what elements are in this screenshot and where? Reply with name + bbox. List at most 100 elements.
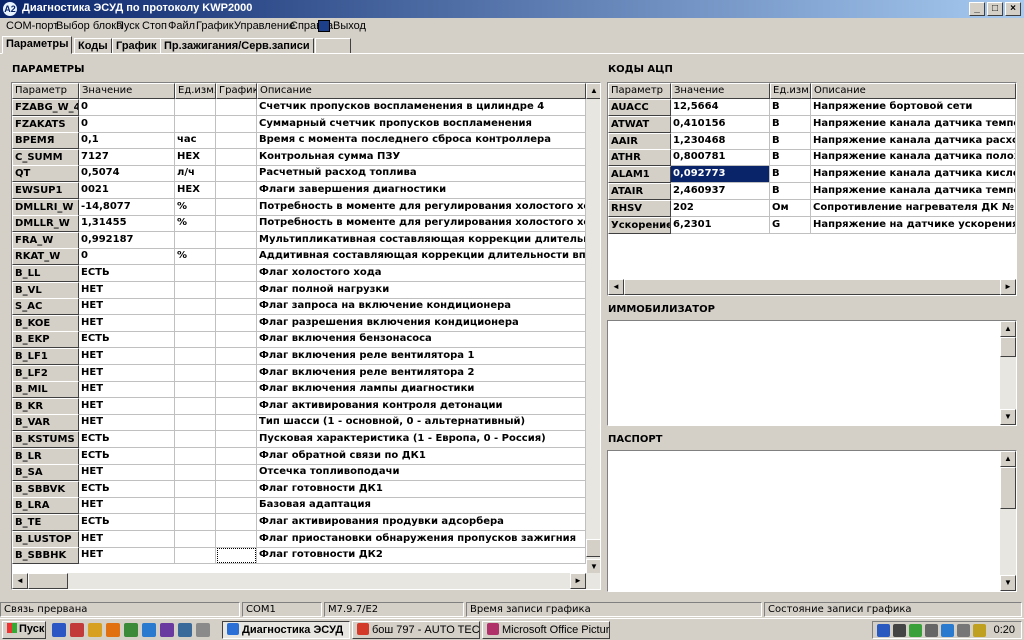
params-scroll-thumb[interactable] <box>586 539 600 557</box>
params-hscroll-thumb[interactable] <box>28 573 68 589</box>
params-cell[interactable]: B_LUSTOP <box>12 530 79 548</box>
params-cell[interactable] <box>216 298 257 316</box>
params-cell[interactable]: Флаг готовности ДК1 <box>257 480 586 498</box>
params-grid[interactable]: Параметр Значение Ед.изм. График Описание FZ… <box>11 82 601 590</box>
adc-cell[interactable]: 6,2301 <box>671 216 770 234</box>
params-cell[interactable] <box>216 447 257 465</box>
params-cell[interactable]: B_SA <box>12 464 79 482</box>
tab-ignition-service[interactable]: Пр.зажигания/Серв.записи <box>160 38 314 54</box>
params-cell[interactable]: % <box>175 248 216 266</box>
params-cell[interactable]: B_SBBHK <box>12 547 79 565</box>
params-table-row[interactable]: B_LL ЕСТЬ Флаг холостого хода <box>12 265 586 282</box>
params-cell[interactable]: НЕТ <box>79 414 175 432</box>
tray-network-icon[interactable] <box>893 624 906 637</box>
params-cell[interactable]: Тип шасси (1 - основной, 0 - альтернатив… <box>257 414 586 432</box>
taskbar-button[interactable]: Диагностика ЭСУД <box>222 621 350 639</box>
params-cell[interactable]: Отсечка топливоподачи <box>257 464 586 482</box>
params-cell[interactable]: Флаг запроса на включение кондиционера <box>257 298 586 316</box>
params-cell[interactable] <box>175 397 216 415</box>
adc-cell[interactable]: 12,5664 <box>671 99 770 116</box>
params-cell[interactable]: Флаг обратной связи по ДК1 <box>257 447 586 465</box>
tab-codes[interactable]: Коды <box>74 38 112 54</box>
params-cell[interactable]: 0,5074 <box>79 165 175 183</box>
params-table-row[interactable]: B_LF1 НЕТ Флаг включения реле вентилятора … <box>12 348 586 365</box>
params-cell[interactable]: Флаг приостановки обнаружения пропусков … <box>257 530 586 548</box>
params-cell[interactable]: B_LR <box>12 447 79 465</box>
quicklaunch-media-icon[interactable] <box>160 623 174 637</box>
params-cell[interactable]: Флаг готовности ДК2 <box>257 547 586 565</box>
params-cell[interactable] <box>216 165 257 183</box>
params-cell[interactable]: Потребность в моменте для регулирования … <box>257 215 586 233</box>
menu-item-6[interactable]: Управление <box>234 20 295 32</box>
adc-table-row[interactable]: AAIR 1,230468 В Напряжение канала датчика р… <box>608 132 1016 150</box>
params-cell[interactable]: -14,8077 <box>79 198 175 216</box>
params-cell[interactable] <box>216 348 257 365</box>
params-vertical-scrollbar[interactable]: ▲ ▼ <box>586 83 600 575</box>
minimize-button[interactable]: _ <box>969 2 985 16</box>
params-cell[interactable]: B_SBBVK <box>12 480 79 498</box>
adc-cell[interactable]: 1,230468 <box>671 132 770 150</box>
scroll-down-arrow-icon[interactable]: ▼ <box>1000 409 1016 425</box>
params-cell[interactable]: % <box>175 198 216 216</box>
params-cell[interactable] <box>216 115 257 133</box>
menu-item-2[interactable]: Пуск <box>116 20 140 32</box>
params-cell[interactable]: FZAKATS <box>12 115 79 133</box>
params-table-row[interactable]: B_KOE НЕТ Флаг разрешения включения кондиц… <box>12 314 586 332</box>
params-cell[interactable] <box>175 547 216 565</box>
passport-scroll-thumb[interactable] <box>1000 467 1016 509</box>
params-cell[interactable] <box>175 314 216 332</box>
params-cell[interactable]: B_VAR <box>12 414 79 432</box>
params-cell[interactable]: НЕТ <box>79 464 175 482</box>
params-cell[interactable] <box>216 231 257 249</box>
tray-device-icon[interactable] <box>925 624 938 637</box>
params-cell[interactable]: НЕТ <box>79 364 175 382</box>
immobilizer-memo[interactable]: ▲ ▼ <box>607 320 1017 426</box>
quicklaunch-ie-icon[interactable] <box>142 623 156 637</box>
params-table-row[interactable]: B_MIL НЕТ Флаг включения лампы диагностики <box>12 381 586 399</box>
params-col-header[interactable]: График <box>216 83 257 99</box>
immobilizer-scroll-thumb[interactable] <box>1000 337 1016 357</box>
params-cell[interactable]: ЕСТЬ <box>79 480 175 498</box>
adc-cell[interactable]: Сопротивление нагревателя ДК №1 <box>811 199 1016 217</box>
adc-grid[interactable]: Параметр Значение Ед.изм. Описание AUACC 12,… <box>607 82 1017 296</box>
params-table-row[interactable]: B_SA НЕТ Отсечка топливоподачи <box>12 464 586 482</box>
tab-parameters[interactable]: Параметры <box>2 36 73 54</box>
quicklaunch-save-icon[interactable] <box>52 623 66 637</box>
params-cell[interactable]: Флаг холостого хода <box>257 265 586 282</box>
params-cell[interactable]: S_AC <box>12 298 79 316</box>
title-bar[interactable]: A2 Диагностика ЭСУД по протоколу KWP2000… <box>0 0 1024 18</box>
params-cell[interactable] <box>175 115 216 133</box>
adc-cell[interactable]: 2,460937 <box>671 183 770 200</box>
params-cell[interactable] <box>175 530 216 548</box>
params-cell[interactable] <box>175 298 216 316</box>
params-cell[interactable]: HEX <box>175 182 216 199</box>
params-table-row[interactable]: DMLLR_W 1,31455% Потребность в моменте для… <box>12 215 586 233</box>
params-cell[interactable]: EWSUP1 <box>12 182 79 199</box>
menu-item-0[interactable]: COM-порт <box>6 20 58 32</box>
adc-cell[interactable]: В <box>770 115 811 133</box>
params-cell[interactable]: 0,992187 <box>79 231 175 249</box>
params-table-row[interactable]: B_EKP ЕСТЬ Флаг включения бензонасоса <box>12 331 586 349</box>
params-cell[interactable] <box>216 381 257 399</box>
params-cell[interactable]: Флаг включения реле вентилятора 1 <box>257 348 586 365</box>
params-cell[interactable] <box>175 364 216 382</box>
params-cell[interactable] <box>175 464 216 482</box>
menu-item-8[interactable]: Выход <box>333 20 366 32</box>
params-cell[interactable]: НЕТ <box>79 497 175 515</box>
params-cell[interactable] <box>175 414 216 432</box>
tray-antivirus-icon[interactable] <box>909 624 922 637</box>
params-cell[interactable]: DMLLR_W <box>12 215 79 233</box>
params-cell[interactable]: НЕТ <box>79 298 175 316</box>
params-cell[interactable]: B_TE <box>12 514 79 531</box>
adc-table-row[interactable]: ATWAT 0,410156 В Напряжение канала датчика … <box>608 115 1016 133</box>
menu-item-3[interactable]: Стоп <box>142 20 167 32</box>
params-cell[interactable] <box>175 431 216 448</box>
tab-graph[interactable]: График <box>112 38 161 54</box>
params-table-row[interactable]: QT 0,5074 л/ч Расчетный расход топлива <box>12 165 586 183</box>
params-table-row[interactable]: B_LF2 НЕТ Флаг включения реле вентилятора … <box>12 364 586 382</box>
params-cell[interactable]: Время с момента последнего сброса контро… <box>257 132 586 150</box>
params-table-row[interactable]: B_VL НЕТ Флаг полной нагрузки <box>12 281 586 299</box>
params-cell[interactable] <box>175 381 216 399</box>
params-cell[interactable] <box>216 215 257 233</box>
params-table-row[interactable]: B_LUSTOP НЕТ Флаг приостановки обнаружения… <box>12 530 586 548</box>
